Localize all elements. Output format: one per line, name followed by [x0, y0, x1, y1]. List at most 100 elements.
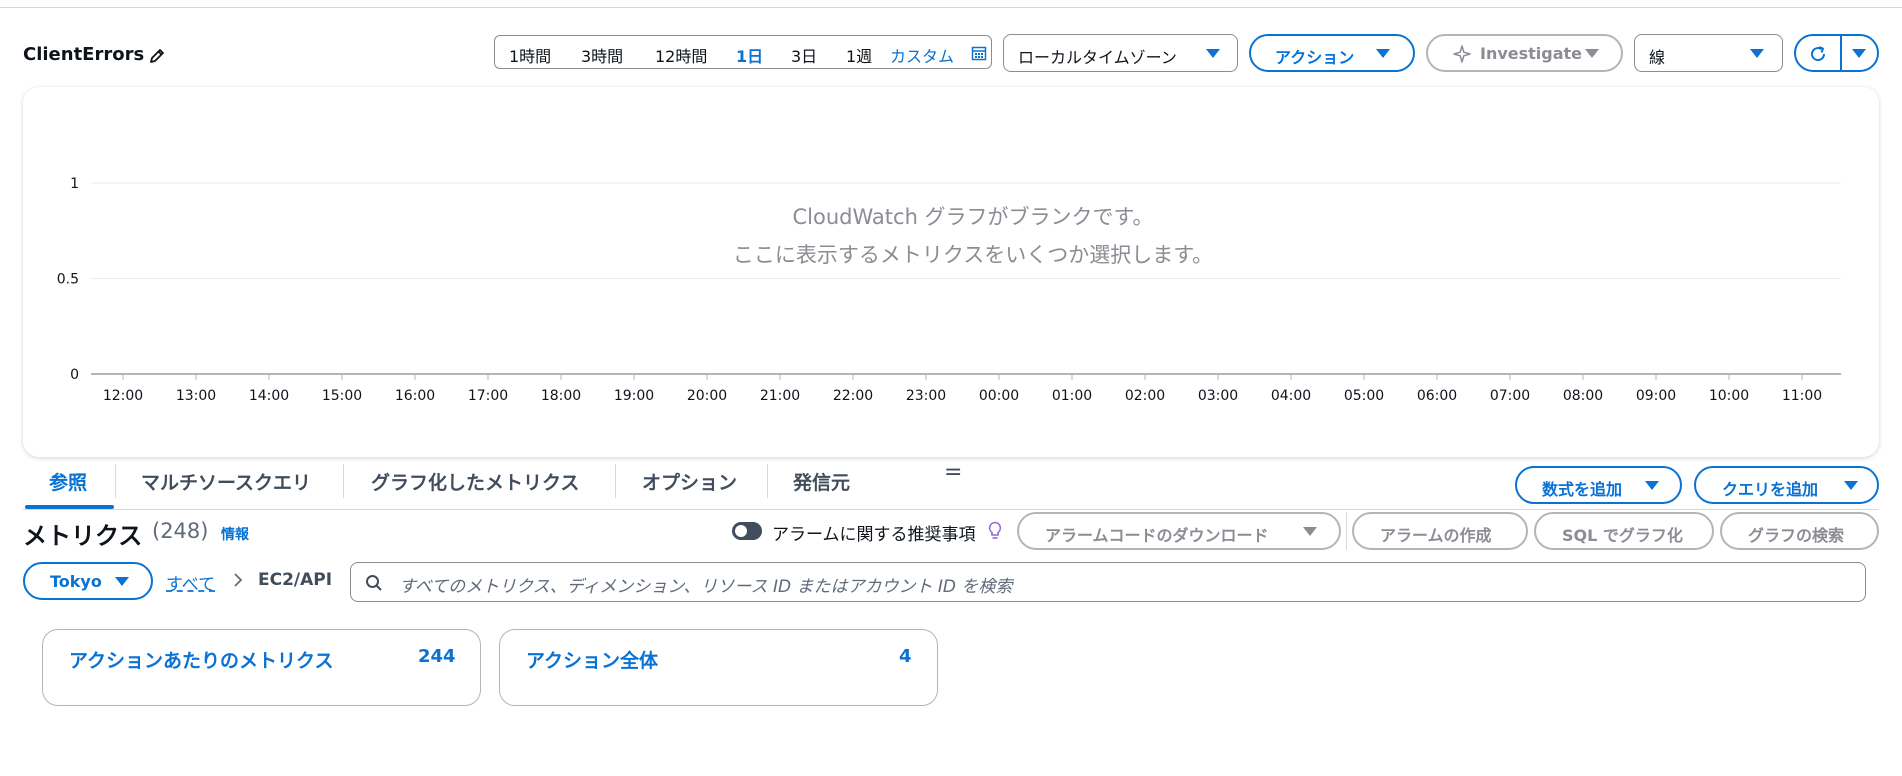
add-query-label: クエリを追加 — [1722, 480, 1819, 499]
create-alarm-button[interactable]: アラームの作成 — [1352, 512, 1528, 550]
calendar-icon[interactable] — [971, 45, 987, 61]
actions-button[interactable]: アクション — [1249, 34, 1415, 72]
x-tick-label: 07:00 — [1490, 388, 1530, 404]
time-range-12h[interactable]: 12時間 — [655, 43, 707, 67]
time-range-1d[interactable]: 1日 — [736, 43, 763, 67]
split-divider — [1840, 36, 1842, 70]
x-tick-label: 22:00 — [833, 388, 873, 404]
chevron-right-icon — [234, 573, 243, 587]
info-link[interactable]: 情報 — [221, 524, 249, 544]
timezone-select[interactable]: ローカルタイムゾーン — [1003, 34, 1238, 72]
add-formula-button[interactable]: 数式を追加 — [1515, 466, 1682, 504]
create-alarm-label: アラームの作成 — [1380, 526, 1492, 545]
x-tick-label: 10:00 — [1709, 388, 1749, 404]
time-range-3d[interactable]: 3日 — [791, 43, 817, 67]
graph-search-button[interactable]: グラフの検索 — [1720, 512, 1879, 550]
download-alarm-code-button[interactable]: アラームコードのダウンロード — [1017, 512, 1341, 550]
breadcrumb-all[interactable]: すべて — [166, 570, 215, 595]
caret-down-icon — [1206, 49, 1220, 58]
card-across-all-actions[interactable]: アクション全体 4 — [499, 629, 938, 706]
x-tick-label: 09:00 — [1636, 388, 1676, 404]
card-count: 4 — [899, 646, 912, 667]
chart-type-select[interactable]: 線 — [1634, 34, 1783, 72]
tab-multi-source-query[interactable]: マルチソースクエリ — [141, 468, 311, 495]
top-divider — [0, 7, 1902, 8]
x-tick-label: 20:00 — [687, 388, 727, 404]
metrics-count: (248) — [152, 519, 209, 543]
time-range-custom[interactable]: カスタム — [890, 43, 954, 67]
caret-down-icon — [1585, 49, 1599, 58]
x-tick-label: 23:00 — [906, 388, 946, 404]
lightbulb-icon — [988, 521, 1002, 539]
tab-browse[interactable]: 参照 — [49, 468, 87, 495]
sparkle-icon — [1453, 45, 1471, 63]
x-tick-label: 11:00 — [1782, 388, 1822, 404]
caret-down-icon — [115, 577, 129, 586]
card-label[interactable]: アクションあたりのメトリクス — [69, 646, 333, 673]
y-tick-label: 0 — [70, 367, 79, 383]
time-range-3h[interactable]: 3時間 — [581, 43, 623, 67]
x-tick-label: 21:00 — [760, 388, 800, 404]
x-tick-label: 17:00 — [468, 388, 508, 404]
time-range-1h[interactable]: 1時間 — [509, 43, 551, 67]
breadcrumb-current: EC2/API — [258, 570, 333, 590]
resize-handle-icon[interactable]: = — [944, 460, 962, 485]
x-tick-label: 16:00 — [395, 388, 435, 404]
refresh-icon[interactable] — [1808, 44, 1828, 64]
time-range-1w[interactable]: 1週 — [846, 43, 872, 67]
x-tick-label: 12:00 — [103, 388, 143, 404]
tab-source[interactable]: 発信元 — [793, 468, 850, 495]
metrics-heading: メトリクス — [23, 522, 143, 550]
x-tick-label: 15:00 — [322, 388, 362, 404]
caret-down-icon — [1645, 481, 1659, 490]
metrics-search-field[interactable]: すべてのメトリクス、ディメンション、リソース ID またはアカウント ID を検… — [350, 562, 1866, 602]
download-alarm-code-label: アラームコードのダウンロード — [1045, 526, 1269, 545]
empty-state-line1: CloudWatch グラフがブランクです。 — [792, 205, 1154, 229]
alarm-recommendation-label: アラームに関する推奨事項 — [772, 525, 976, 545]
page-title: ClientErrors — [23, 44, 145, 65]
x-tick-label: 02:00 — [1125, 388, 1165, 404]
toggle-knob — [735, 525, 747, 537]
graph-with-sql-button[interactable]: SQL でグラフ化 — [1534, 512, 1714, 550]
investigate-label: Investigate — [1480, 44, 1583, 63]
line-chart: 1 0.5 0 12:00 13:00 14:00 15:00 16:00 17:00 18:00… — [57, 176, 1841, 404]
x-tick-label: 01:00 — [1052, 388, 1092, 404]
tab-graphed-metrics[interactable]: グラフ化したメトリクス — [371, 468, 579, 495]
tab-options[interactable]: オプション — [642, 468, 737, 495]
graph-search-label: グラフの検索 — [1748, 526, 1845, 545]
x-tick-label: 05:00 — [1344, 388, 1384, 404]
search-icon — [366, 575, 382, 591]
caret-down-icon[interactable] — [1852, 49, 1866, 58]
region-select[interactable]: Tokyo — [23, 562, 153, 600]
x-tick-label: 03:00 — [1198, 388, 1238, 404]
caret-down-icon — [1844, 481, 1858, 490]
time-range-selector: 1時間 3時間 12時間 1日 3日 1週 カスタム — [494, 35, 992, 69]
alarm-recommendation-toggle[interactable] — [732, 522, 762, 540]
investigate-button[interactable]: Investigate — [1426, 34, 1623, 72]
chart-panel: 1 0.5 0 12:00 13:00 14:00 15:00 16:00 17:00 18:00… — [23, 87, 1879, 457]
x-tick-label: 08:00 — [1563, 388, 1603, 404]
add-query-button[interactable]: クエリを追加 — [1694, 466, 1879, 504]
y-tick-label: 1 — [70, 176, 79, 192]
tab-separator — [615, 464, 616, 498]
card-per-action-metrics[interactable]: アクションあたりのメトリクス 244 — [42, 629, 481, 706]
caret-down-icon — [1303, 527, 1317, 536]
tab-separator — [767, 464, 768, 498]
pencil-icon[interactable] — [148, 47, 166, 65]
x-tick-label: 18:00 — [541, 388, 581, 404]
card-label[interactable]: アクション全体 — [526, 646, 658, 673]
tab-separator — [115, 464, 116, 498]
add-formula-label: 数式を追加 — [1542, 480, 1623, 499]
region-label: Tokyo — [50, 572, 102, 591]
x-tick-label: 13:00 — [176, 388, 216, 404]
tab-separator — [343, 464, 344, 498]
card-count: 244 — [418, 646, 456, 667]
caret-down-icon — [1376, 49, 1390, 58]
y-tick-label: 0.5 — [57, 272, 79, 288]
actions-label: アクション — [1275, 48, 1355, 67]
graph-with-sql-label: SQL でグラフ化 — [1562, 526, 1683, 545]
x-tick-label: 14:00 — [249, 388, 289, 404]
empty-state-line2: ここに表示するメトリクスをいくつか選択します。 — [732, 243, 1214, 267]
x-tick-label: 06:00 — [1417, 388, 1457, 404]
caret-down-icon — [1750, 49, 1764, 58]
